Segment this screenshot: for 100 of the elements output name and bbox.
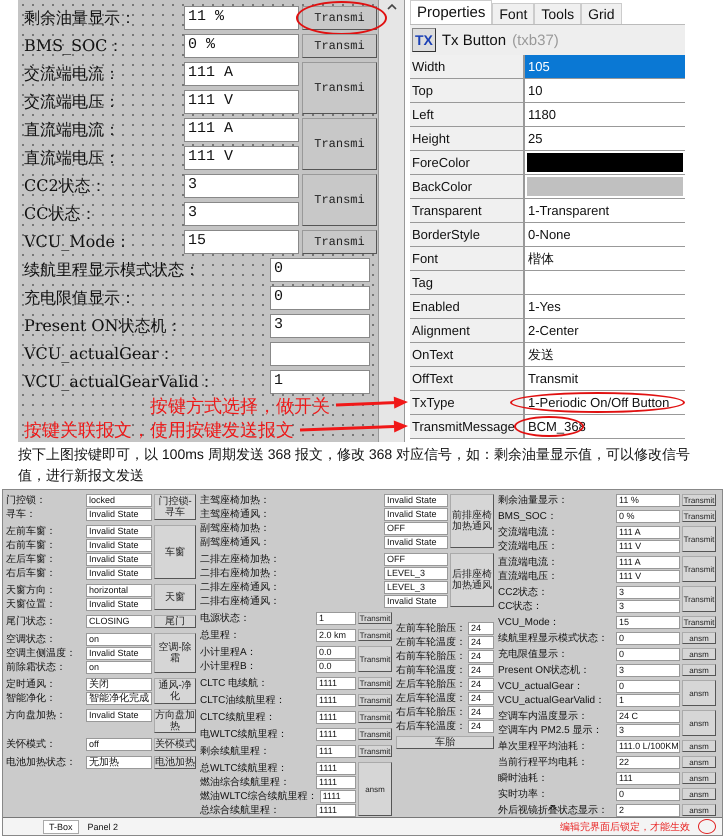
panel-button[interactable]: 尾门 bbox=[154, 615, 196, 628]
property-value[interactable]: 25 bbox=[525, 127, 685, 150]
text-field[interactable]: 24 bbox=[468, 636, 494, 648]
text-field[interactable]: 1 bbox=[270, 370, 370, 394]
panel-button[interactable]: Transmit bbox=[358, 745, 392, 757]
text-field[interactable]: LEVEL_3 bbox=[384, 580, 448, 594]
text-field[interactable]: Invalid State bbox=[86, 538, 152, 552]
property-value[interactable]: 1-Transparent bbox=[525, 199, 685, 222]
canvas-button[interactable]: Transmi bbox=[302, 118, 377, 170]
panel-tab[interactable]: T-Box bbox=[43, 820, 79, 834]
text-field[interactable]: 111.0 L/100KM bbox=[616, 740, 680, 752]
text-field[interactable]: 22 bbox=[616, 756, 680, 768]
property-value[interactable]: 105 bbox=[525, 55, 685, 78]
text-field[interactable]: 1111 bbox=[316, 694, 356, 706]
panel-button[interactable]: ansm bbox=[682, 680, 716, 706]
text-field[interactable]: 111 bbox=[316, 744, 356, 758]
text-field[interactable]: 11 % bbox=[184, 6, 299, 30]
text-field[interactable]: 3 bbox=[616, 600, 680, 612]
text-field[interactable]: 1111 bbox=[316, 804, 356, 816]
text-field[interactable]: 0 bbox=[270, 258, 370, 282]
text-field[interactable]: 1111 bbox=[316, 728, 356, 740]
panel-button[interactable]: ansm bbox=[682, 804, 716, 816]
text-field[interactable]: OFF bbox=[384, 522, 448, 534]
panel-button[interactable]: ansm bbox=[682, 756, 716, 768]
property-value[interactable]: 1-Periodic On/Off Button bbox=[525, 391, 685, 414]
text-field[interactable]: 111 A bbox=[616, 526, 680, 538]
panel-button[interactable]: 车窗 bbox=[154, 525, 196, 579]
panel-button[interactable]: Transmit bbox=[682, 556, 716, 582]
text-field[interactable]: 0 bbox=[616, 648, 680, 660]
text-field[interactable]: on bbox=[86, 632, 152, 646]
text-field[interactable]: 0 bbox=[616, 788, 680, 800]
panel-button[interactable]: ansm bbox=[682, 664, 716, 676]
text-field[interactable]: horizontal bbox=[86, 584, 152, 596]
panel-button[interactable]: 天窗 bbox=[154, 584, 196, 610]
text-field[interactable]: 1111 bbox=[320, 790, 356, 802]
panel-button[interactable]: ansm bbox=[682, 788, 716, 800]
text-field[interactable]: 3 bbox=[184, 174, 299, 198]
panel-button[interactable]: Transmit bbox=[358, 711, 392, 723]
text-field[interactable]: 1111 bbox=[316, 676, 356, 690]
text-field[interactable]: 15 bbox=[616, 616, 680, 628]
panel-button[interactable]: ansm bbox=[682, 710, 716, 736]
panel-button[interactable]: 关怀模式 bbox=[154, 738, 196, 751]
property-value[interactable]: 1180 bbox=[525, 103, 685, 126]
text-field[interactable]: 3 bbox=[184, 202, 299, 226]
text-field[interactable]: 24 bbox=[468, 664, 494, 676]
panel-button[interactable]: ansm bbox=[682, 632, 716, 644]
text-field[interactable]: Invalid State bbox=[384, 494, 448, 506]
text-field[interactable]: 1111 bbox=[316, 762, 356, 774]
property-value[interactable]: 1-Yes bbox=[525, 295, 685, 318]
panel-tab[interactable]: Panel 2 bbox=[82, 820, 124, 832]
text-field[interactable]: Invalid State bbox=[384, 594, 448, 608]
panel-button[interactable]: Transmit bbox=[358, 677, 392, 689]
text-field[interactable]: CLOSING bbox=[86, 614, 152, 628]
text-field[interactable]: 3 bbox=[270, 314, 370, 338]
text-field[interactable]: Invalid State bbox=[86, 646, 152, 660]
text-field[interactable]: 24 bbox=[468, 706, 494, 718]
text-field[interactable]: 24 bbox=[468, 692, 494, 704]
panel-button[interactable]: 后排座椅加热通风 bbox=[450, 553, 494, 607]
panel-button[interactable]: Transmit bbox=[358, 728, 392, 740]
panel-button[interactable]: ansm bbox=[682, 772, 716, 784]
tab[interactable]: Font bbox=[492, 3, 534, 24]
panel-button[interactable]: Transmit bbox=[682, 526, 716, 552]
text-field[interactable]: 0 % bbox=[616, 510, 680, 522]
panel-button[interactable]: 电池加热 bbox=[154, 756, 196, 769]
text-field[interactable]: 24 bbox=[468, 650, 494, 662]
text-field[interactable]: 111 A bbox=[616, 556, 680, 568]
text-field[interactable]: Invalid State bbox=[384, 508, 448, 520]
text-field[interactable]: 关闭 bbox=[86, 678, 152, 690]
panel-button[interactable]: Transmit bbox=[682, 616, 716, 628]
text-field[interactable]: 1111 bbox=[316, 776, 356, 788]
panel-button[interactable]: 车胎 bbox=[396, 736, 494, 749]
text-field[interactable]: Invalid State bbox=[86, 508, 152, 520]
text-field[interactable]: 0.0 bbox=[316, 646, 356, 658]
panel-button[interactable]: Transmit bbox=[682, 510, 716, 522]
text-field[interactable]: 24 C bbox=[616, 710, 680, 722]
panel-button[interactable]: 门控锁-寻车 bbox=[154, 494, 196, 520]
text-field[interactable]: 11 % bbox=[616, 494, 680, 506]
text-field[interactable]: 3 bbox=[616, 586, 680, 598]
canvas-button[interactable]: Transmi bbox=[302, 6, 377, 30]
property-value[interactable]: Transmit bbox=[525, 367, 685, 390]
text-field[interactable]: OFF bbox=[384, 552, 448, 566]
text-field[interactable]: 111 bbox=[616, 772, 680, 784]
property-value[interactable]: 楷体 bbox=[525, 247, 685, 270]
text-field[interactable]: 0 bbox=[616, 680, 680, 692]
text-field[interactable]: Invalid State bbox=[86, 524, 152, 538]
text-field[interactable]: 0.0 bbox=[316, 660, 356, 672]
text-field[interactable]: 0 bbox=[270, 286, 370, 310]
text-field[interactable]: 1111 bbox=[316, 710, 356, 724]
panel-button[interactable]: ansm bbox=[358, 762, 392, 816]
text-field[interactable]: 3 bbox=[616, 664, 680, 676]
text-field[interactable] bbox=[270, 342, 370, 366]
panel-button[interactable]: Transmit bbox=[358, 612, 392, 624]
panel-button[interactable]: Transmit bbox=[358, 646, 392, 672]
text-field[interactable]: 111 A bbox=[184, 62, 299, 86]
text-field[interactable]: 智能净化完成 bbox=[86, 692, 152, 704]
panel-button[interactable]: ansm bbox=[682, 740, 716, 752]
text-field[interactable]: 111 V bbox=[616, 570, 680, 582]
canvas-button[interactable]: Transmi bbox=[302, 34, 377, 58]
text-field[interactable]: on bbox=[86, 660, 152, 674]
property-value[interactable]: 0-None bbox=[525, 223, 685, 246]
